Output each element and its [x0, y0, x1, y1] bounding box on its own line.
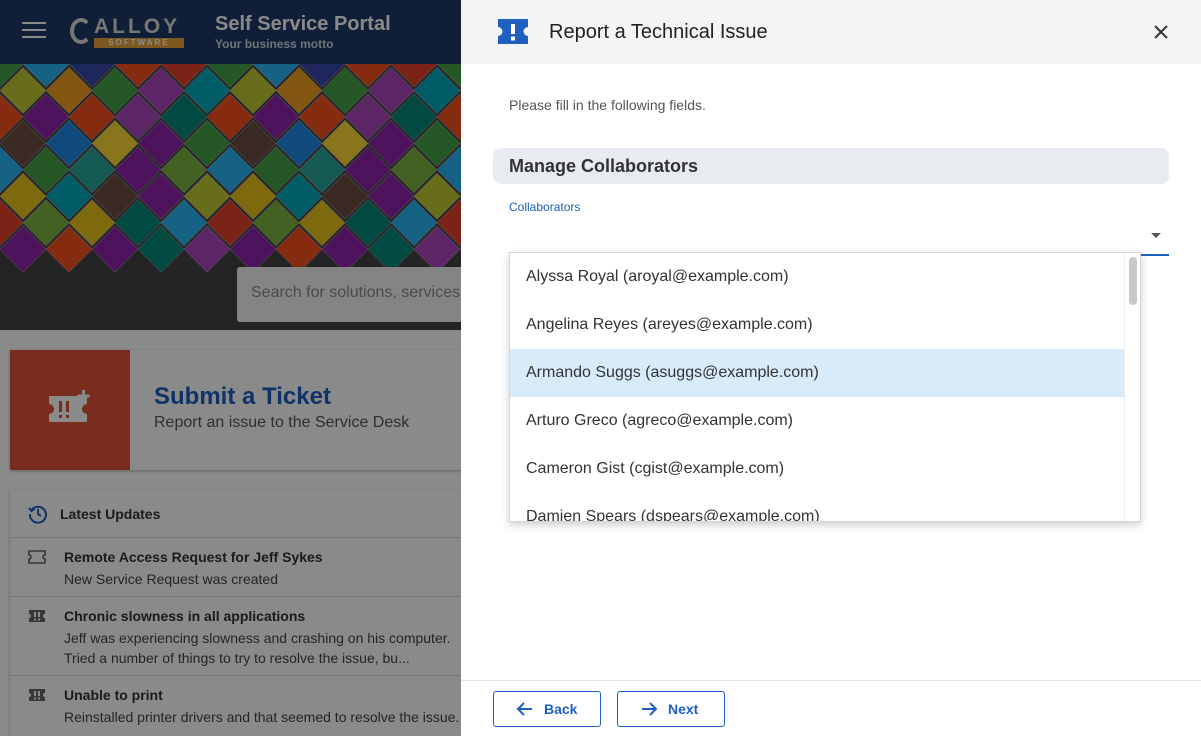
collaborators-dropdown: Alyssa Royal (aroyal@example.com) Angeli… — [509, 252, 1141, 522]
collaborators-label: Collaborators — [509, 200, 581, 214]
alert-ticket-icon — [498, 19, 528, 44]
dropdown-scrollbar[interactable] — [1124, 253, 1140, 521]
next-button[interactable]: Next — [617, 691, 725, 727]
dropdown-option[interactable]: Alyssa Royal (aroyal@example.com) — [510, 253, 1126, 301]
drawer-footer: Back Next — [461, 680, 1201, 736]
dropdown-option[interactable]: Damien Spears (dspears@example.com) — [510, 493, 1126, 521]
close-icon[interactable] — [1150, 21, 1172, 43]
arrow-right-icon — [642, 702, 658, 716]
drawer-header: Report a Technical Issue — [461, 0, 1201, 64]
section-header: Manage Collaborators — [493, 148, 1169, 184]
report-issue-drawer: Report a Technical Issue Please fill in … — [461, 0, 1201, 736]
back-button[interactable]: Back — [493, 691, 601, 727]
collaborators-select[interactable] — [509, 218, 1169, 256]
scrollbar-thumb[interactable] — [1129, 257, 1137, 305]
dropdown-arrow-icon[interactable] — [1151, 233, 1161, 238]
back-label: Back — [544, 701, 578, 717]
dropdown-option-highlighted[interactable]: Armando Suggs (asuggs@example.com) — [510, 349, 1126, 397]
drawer-title: Report a Technical Issue — [549, 21, 768, 43]
dropdown-list: Alyssa Royal (aroyal@example.com) Angeli… — [510, 253, 1126, 521]
form-instructions: Please fill in the following fields. — [509, 97, 706, 113]
dropdown-option[interactable]: Arturo Greco (agreco@example.com) — [510, 397, 1126, 445]
arrow-left-icon — [516, 702, 532, 716]
dropdown-option[interactable]: Angelina Reyes (areyes@example.com) — [510, 301, 1126, 349]
next-label: Next — [668, 701, 699, 717]
dropdown-option[interactable]: Cameron Gist (cgist@example.com) — [510, 445, 1126, 493]
section-title: Manage Collaborators — [509, 156, 699, 176]
